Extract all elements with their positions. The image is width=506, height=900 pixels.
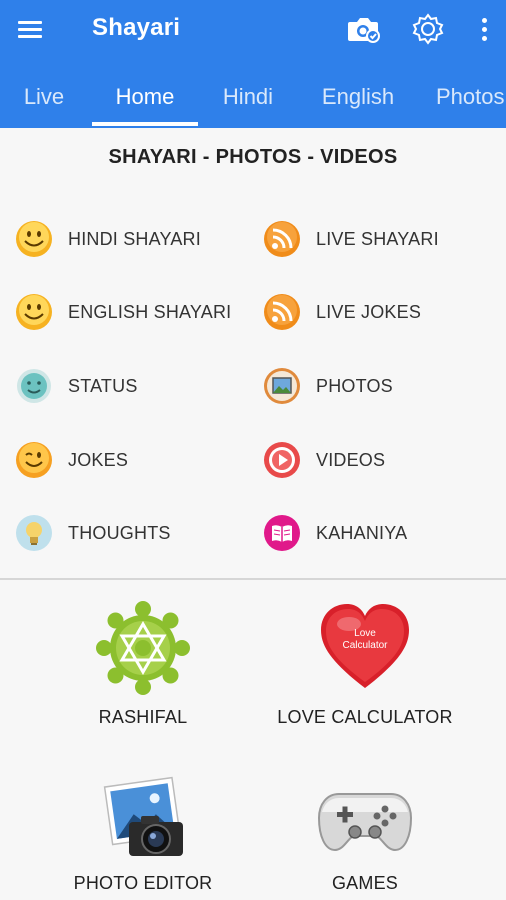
more-vert-icon[interactable]: [466, 12, 502, 46]
heart-icon-text-line2: Calculator: [342, 640, 388, 651]
tool-photo-editor[interactable]: PHOTO EDITOR: [60, 776, 226, 894]
rss-icon: [264, 294, 300, 330]
menu-item-status[interactable]: STATUS: [14, 364, 138, 408]
rss-icon: [264, 221, 300, 257]
tab-hindi[interactable]: Hindi: [214, 68, 282, 128]
menu-item-english-shayari[interactable]: ENGLISH SHAYARI: [14, 290, 231, 334]
menu-item-thoughts[interactable]: THOUGHTS: [14, 511, 171, 555]
book-icon: [264, 515, 300, 551]
menu-item-label: LIVE JOKES: [316, 301, 422, 322]
status-face-icon: [17, 369, 51, 403]
menu-item-photos[interactable]: PHOTOS: [262, 364, 393, 408]
app-bar: Shayari Live Home Hindi English Photos: [0, 0, 506, 128]
section-title: SHAYARI - PHOTOS - VIDEOS: [108, 146, 398, 168]
tool-rashifal[interactable]: RASHIFAL: [70, 600, 216, 728]
menu-item-label: HINDI SHAYARI: [68, 228, 201, 249]
gamepad-icon: [317, 793, 413, 852]
menu-item-videos[interactable]: VIDEOS: [262, 438, 385, 482]
tab-live[interactable]: Live: [18, 68, 70, 128]
tab-bar: Live Home Hindi English Photos: [0, 68, 506, 128]
tool-label: GAMES: [331, 873, 398, 893]
menu-item-label: KAHANIYA: [316, 522, 408, 543]
menu-item-label: ENGLISH SHAYARI: [68, 301, 232, 322]
menu-item-jokes[interactable]: JOKES: [14, 438, 128, 482]
tool-love-calculator[interactable]: Love Calculator LOVE CALCULATOR: [268, 600, 462, 728]
menu-item-label: STATUS: [68, 375, 138, 396]
menu-item-kahaniya[interactable]: KAHANIYA: [262, 511, 407, 555]
menu-item-label: JOKES: [68, 449, 129, 470]
lightbulb-icon: [16, 515, 52, 551]
menu-item-hindi-shayari[interactable]: HINDI SHAYARI: [14, 217, 201, 261]
tool-label: PHOTO EDITOR: [73, 873, 213, 893]
tab-photos[interactable]: Photos: [436, 68, 506, 128]
zodiac-star-icon: [96, 601, 190, 695]
menu-item-live-jokes[interactable]: LIVE JOKES: [262, 290, 421, 334]
tool-games[interactable]: GAMES: [290, 776, 440, 894]
menu-item-label: THOUGHTS: [68, 522, 171, 543]
menu-item-label: LIVE SHAYARI: [316, 228, 439, 249]
play-icon: [264, 442, 300, 478]
active-tab-indicator: [92, 122, 198, 126]
section-divider: [0, 578, 506, 580]
heart-icon: Love Calculator: [321, 604, 409, 688]
camera-icon[interactable]: [345, 12, 381, 46]
smiley-icon: [16, 294, 52, 330]
tab-english[interactable]: English: [312, 68, 404, 128]
gear-icon[interactable]: [410, 12, 446, 46]
wink-icon: [16, 442, 52, 478]
tab-home[interactable]: Home: [92, 68, 198, 128]
menu-item-live-shayari[interactable]: LIVE SHAYARI: [262, 217, 439, 261]
camera-photo-icon: [103, 776, 183, 856]
tool-label: LOVE CALCULATOR: [277, 707, 453, 727]
menu-item-label: VIDEOS: [316, 449, 386, 470]
tool-label: RASHIFAL: [98, 707, 188, 727]
photo-icon: [264, 368, 300, 404]
smiley-icon: [16, 221, 52, 257]
app-title: Shayari: [92, 14, 181, 41]
toolbar: Shayari: [0, 0, 506, 58]
hamburger-menu-icon[interactable]: [18, 14, 48, 44]
heart-icon-text-line1: Love: [354, 628, 376, 639]
menu-item-label: PHOTOS: [316, 375, 393, 396]
